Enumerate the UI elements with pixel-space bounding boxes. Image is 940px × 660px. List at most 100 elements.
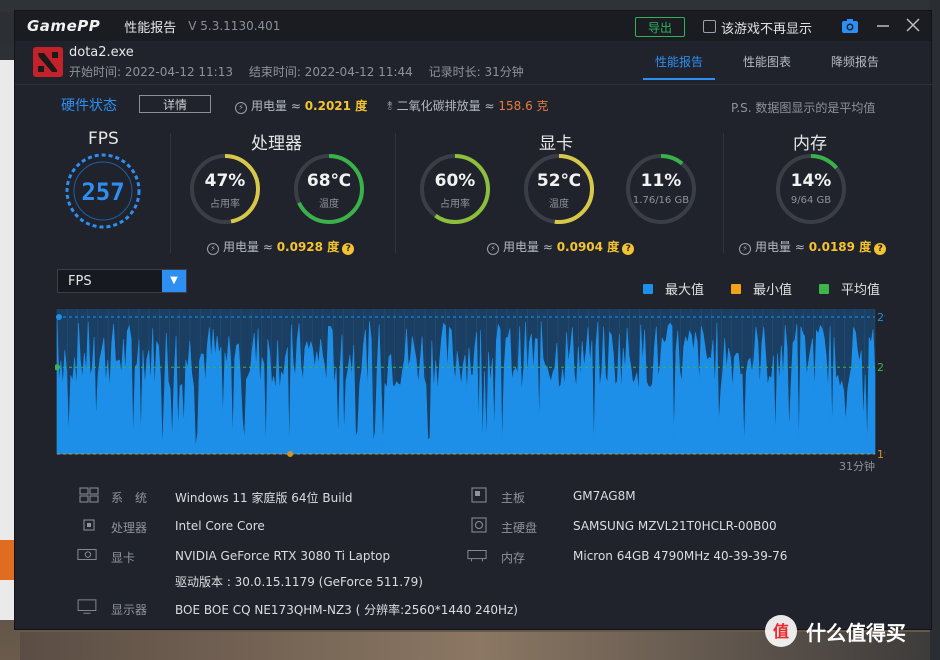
- cpu-power-value: 0.0928 度: [276, 240, 340, 254]
- gpu-usage-label: 占用率: [440, 199, 470, 210]
- fps-title: FPS: [88, 129, 119, 149]
- memory-power-value: 0.0189 度: [808, 240, 872, 254]
- app-version: V 5.3.1130.401: [188, 19, 281, 33]
- memory-usage-gauge: 14% 9/64 GB: [773, 151, 849, 227]
- memory-power-help-icon[interactable]: ?: [874, 243, 887, 255]
- display-key: 显示器: [111, 603, 148, 617]
- driver-version: 驱动版本 : 30.0.15.1179 (GeForce 511.79): [175, 575, 423, 589]
- cpu-usage-gauge: 47% 占用率: [187, 151, 263, 227]
- ram-value: Micron 64GB 4790MHz 40-39-39-76: [573, 549, 788, 563]
- tab-throttle-report[interactable]: 降频报告: [831, 53, 879, 80]
- divider-1: [170, 133, 171, 253]
- memory-power-icon: ⚡: [739, 243, 751, 255]
- divider-3: [723, 133, 724, 253]
- dota2-icon: [33, 47, 63, 77]
- legend-max-swatch: [643, 283, 653, 294]
- game-name: dota2.exe: [69, 45, 134, 60]
- svg-text:值: 值: [773, 622, 789, 641]
- export-button[interactable]: 导出: [635, 17, 685, 37]
- cpu-usage-label: 占用率: [210, 199, 240, 210]
- legend-min-label: 最小值: [753, 283, 793, 298]
- minimize-icon[interactable]: [875, 16, 891, 34]
- gpu-temp-value: 52℃: [536, 171, 582, 191]
- os-value: Windows 11 家庭版 64位 Build: [175, 491, 353, 505]
- power-icon: ⚡: [235, 102, 247, 114]
- legend-min-swatch: [731, 283, 741, 294]
- game-meta: 开始时间: 2022-04-12 11:13 结束时间: 2022-04-12 …: [69, 63, 536, 80]
- camera-icon[interactable]: [841, 18, 859, 34]
- legend-max-label: 最大值: [665, 283, 705, 298]
- start-time: 开始时间: 2022-04-12 11:13: [69, 65, 233, 79]
- gpu-key: 显卡: [111, 551, 136, 565]
- total-power: ⚡ 用电量 ≈ 0.2021 度: [235, 97, 367, 114]
- gpu-power-help-icon[interactable]: ?: [622, 243, 635, 255]
- hard-disk-icon: [471, 517, 487, 533]
- fps-dial: 257: [65, 153, 141, 229]
- monitor-icon: [77, 599, 97, 614]
- x-end-label: 31分钟: [839, 459, 875, 473]
- disk-key: 主硬盘: [501, 521, 538, 535]
- co2-icon: ⥉: [387, 99, 393, 113]
- legend-avg-swatch: [819, 283, 829, 294]
- legend-avg: 平均值: [819, 279, 880, 298]
- total-power-value: 0.2021 度: [304, 99, 368, 113]
- legend-min: 最小值: [731, 279, 792, 298]
- hide-game-label: 该游戏不再显示: [721, 22, 813, 37]
- gpu-power-icon: ⚡: [487, 243, 499, 255]
- total-power-label: 用电量 ≈: [251, 99, 301, 113]
- metric-select[interactable]: FPS ▼: [57, 269, 187, 293]
- os-key: 系 统: [111, 491, 148, 505]
- titlebar: GamePP 性能报告 V 5.3.1130.401 导出 该游戏不再显示: [15, 11, 931, 41]
- co2-label: 二氧化碳排放量 ≈: [396, 99, 495, 113]
- gpu-temp-gauge: 52℃ 温度: [521, 151, 597, 227]
- gpu-power-value: 0.0904 度: [556, 240, 620, 254]
- min-label: 196: [877, 448, 885, 461]
- co2-value: 158.6 克: [498, 99, 549, 113]
- gpu-power: ⚡ 用电量 ≈ 0.0904 度?: [487, 238, 635, 255]
- watermark-logo-icon: 值: [765, 615, 797, 647]
- min-marker: [287, 451, 294, 457]
- display-value: BOE BOE CQ NE173QHM-NZ3 ( 分辨率:2560*1440 …: [175, 603, 518, 617]
- gpu-usage-value: 60%: [434, 171, 476, 191]
- board-key: 主板: [501, 491, 526, 505]
- memory-power-label: 用电量 ≈: [755, 240, 805, 254]
- memory-usage-label: 9/64 GB: [790, 195, 832, 206]
- hardware-status-row: 硬件状态 详情 ⚡ 用电量 ≈ 0.2021 度 ⥉ 二氧化碳排放量 ≈ 158.6…: [15, 93, 933, 117]
- chevron-down-icon[interactable]: ▼: [162, 270, 186, 292]
- cpu-power-icon: ⚡: [207, 243, 219, 255]
- divider-2: [395, 133, 396, 253]
- motherboard-icon: [471, 487, 487, 503]
- board-value: GM7AG8M: [573, 489, 636, 503]
- legend-avg-label: 平均值: [841, 283, 881, 298]
- cpu-power: ⚡ 用电量 ≈ 0.0928 度?: [207, 238, 355, 255]
- co2-emission: ⥉ 二氧化碳排放量 ≈ 158.6 克: [387, 97, 549, 114]
- cpu-power-label: 用电量 ≈: [223, 240, 273, 254]
- end-time: 结束时间: 2022-04-12 11:44: [248, 65, 413, 79]
- cpu-icon: [83, 519, 95, 531]
- cpu-power-help-icon[interactable]: ?: [342, 243, 355, 255]
- detail-button[interactable]: 详情: [139, 95, 211, 113]
- gpu-value: NVIDIA GeForce RTX 3080 Ti Laptop: [175, 549, 391, 563]
- memory-power: ⚡ 用电量 ≈ 0.0189 度?: [739, 238, 887, 255]
- gpu-temp-label: 温度: [549, 199, 569, 210]
- fps-chart: 292 256.82 196 31分钟: [55, 309, 885, 473]
- close-icon[interactable]: [905, 15, 921, 33]
- tab-performance-report[interactable]: 性能报告: [642, 53, 716, 80]
- watermark: 值 什么值得买: [764, 614, 906, 648]
- legend-max: 最大值: [643, 279, 704, 298]
- max-label: 292: [877, 311, 885, 324]
- hide-game-checkbox[interactable]: [703, 20, 716, 33]
- gpu-usage-gauge: 60% 占用率: [417, 151, 493, 227]
- tab-performance-chart[interactable]: 性能图表: [743, 53, 791, 80]
- max-marker: [56, 314, 62, 320]
- gpu-icon: [77, 549, 97, 561]
- gpu-power-label: 用电量 ≈: [503, 240, 553, 254]
- gpu-vram-value: 11%: [640, 171, 682, 191]
- ram-key: 内存: [501, 551, 526, 565]
- cpu-temp-gauge: 68℃ 温度: [291, 151, 367, 227]
- average-note: P.S. 数据图显示的是平均值: [731, 101, 876, 115]
- window-title: 性能报告: [124, 20, 177, 36]
- cpu-usage-value: 47%: [204, 171, 246, 191]
- cpu-value: Intel Core Core: [175, 519, 265, 533]
- disk-value: SAMSUNG MZVL21T0HCLR-00B00: [573, 519, 777, 533]
